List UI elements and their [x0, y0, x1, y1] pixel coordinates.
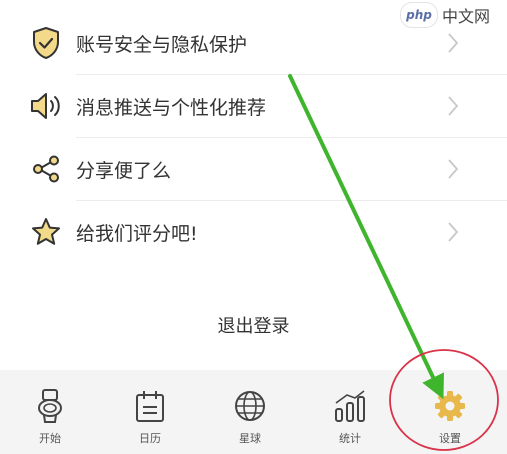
menu-item-account-security[interactable]: 账号安全与隐私保护: [0, 12, 507, 74]
globe-icon: [232, 388, 268, 424]
tab-label: 星球: [239, 432, 261, 445]
chevron-right-icon: [448, 159, 459, 179]
chevron-right-icon: [448, 33, 459, 53]
menu-item-label: 给我们评分吧!: [76, 222, 198, 245]
tab-statistics[interactable]: 统计: [300, 370, 400, 454]
tab-planet[interactable]: 星球: [200, 370, 300, 454]
chart-icon: [332, 388, 368, 424]
menu-item-share[interactable]: 分享便了么: [0, 138, 507, 200]
gear-icon: [432, 388, 468, 424]
tab-label: 设置: [439, 432, 461, 445]
chevron-right-icon: [448, 96, 459, 116]
chevron-right-icon: [448, 222, 459, 242]
speaker-icon: [28, 88, 64, 124]
menu-item-label: 账号安全与隐私保护: [76, 33, 248, 56]
tab-label: 开始: [39, 432, 61, 445]
menu-item-rate-us[interactable]: 给我们评分吧!: [0, 201, 507, 263]
share-icon: [28, 151, 64, 187]
calendar-icon: [132, 388, 168, 424]
logout-button[interactable]: 退出登录: [0, 304, 507, 346]
menu-item-push-notifications[interactable]: 消息推送与个性化推荐: [0, 75, 507, 137]
toilet-icon: [32, 388, 68, 424]
bottom-tab-bar: 开始 日历 星球 统计 设置: [0, 370, 507, 454]
tab-label: 日历: [139, 432, 161, 445]
tab-settings[interactable]: 设置: [400, 370, 500, 454]
shield-check-icon: [28, 25, 64, 61]
tab-label: 统计: [339, 432, 361, 445]
menu-item-label: 分享便了么: [76, 159, 172, 182]
tab-start[interactable]: 开始: [0, 370, 100, 454]
star-icon: [28, 214, 64, 250]
menu-item-label: 消息推送与个性化推荐: [76, 96, 267, 119]
tab-calendar[interactable]: 日历: [100, 370, 200, 454]
